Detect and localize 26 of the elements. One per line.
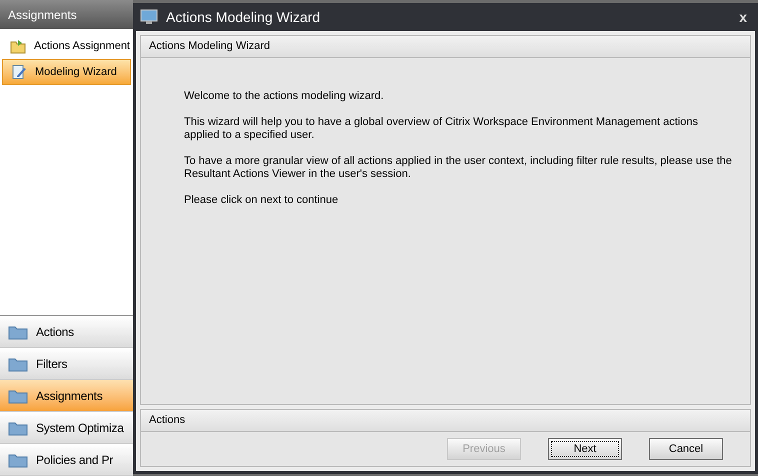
panel-title: Actions [141,410,750,432]
folder-icon [8,420,28,436]
folder-icon [8,388,28,404]
close-button[interactable]: x [735,6,751,28]
dialog-title: Actions Modeling Wizard [166,8,322,27]
monitor-icon [140,9,158,25]
folder-icon [8,324,28,340]
nav-item[interactable]: Policies and Pr [0,444,133,476]
nav-item[interactable]: System Optimiza [0,412,133,444]
notepad-pencil-icon [11,64,27,80]
nav-item[interactable]: Assignments [0,380,133,412]
sidebar-item[interactable]: Modeling Wizard [2,59,131,85]
folder-arrow-icon [10,38,26,54]
wizard-text: Please click on next to continue [184,194,340,207]
folder-icon [8,356,28,372]
sidebar-item[interactable]: Actions Assignment [2,33,131,59]
nav-item[interactable]: Actions [0,316,133,348]
nav-item[interactable]: Filters [0,348,133,380]
wizard-text: To have a more granular view of all actions applied in the user context, including filter rule results, please use the Resultant Actions Viewer in the user's session. [184,155,733,181]
wizard-button[interactable]: Next [548,438,622,460]
folder-icon [8,452,28,468]
sidebar-header: Assignments [0,0,133,29]
wizard-button[interactable]: Cancel [649,438,723,460]
wizard-text: This wizard will help you to have a global overview of Citrix Workspace Environment Management actions applied to a specified user. [184,116,699,142]
wizard-text: Welcome to the actions modeling wizard. [184,90,385,103]
panel-title: Actions Modeling Wizard [141,36,750,58]
